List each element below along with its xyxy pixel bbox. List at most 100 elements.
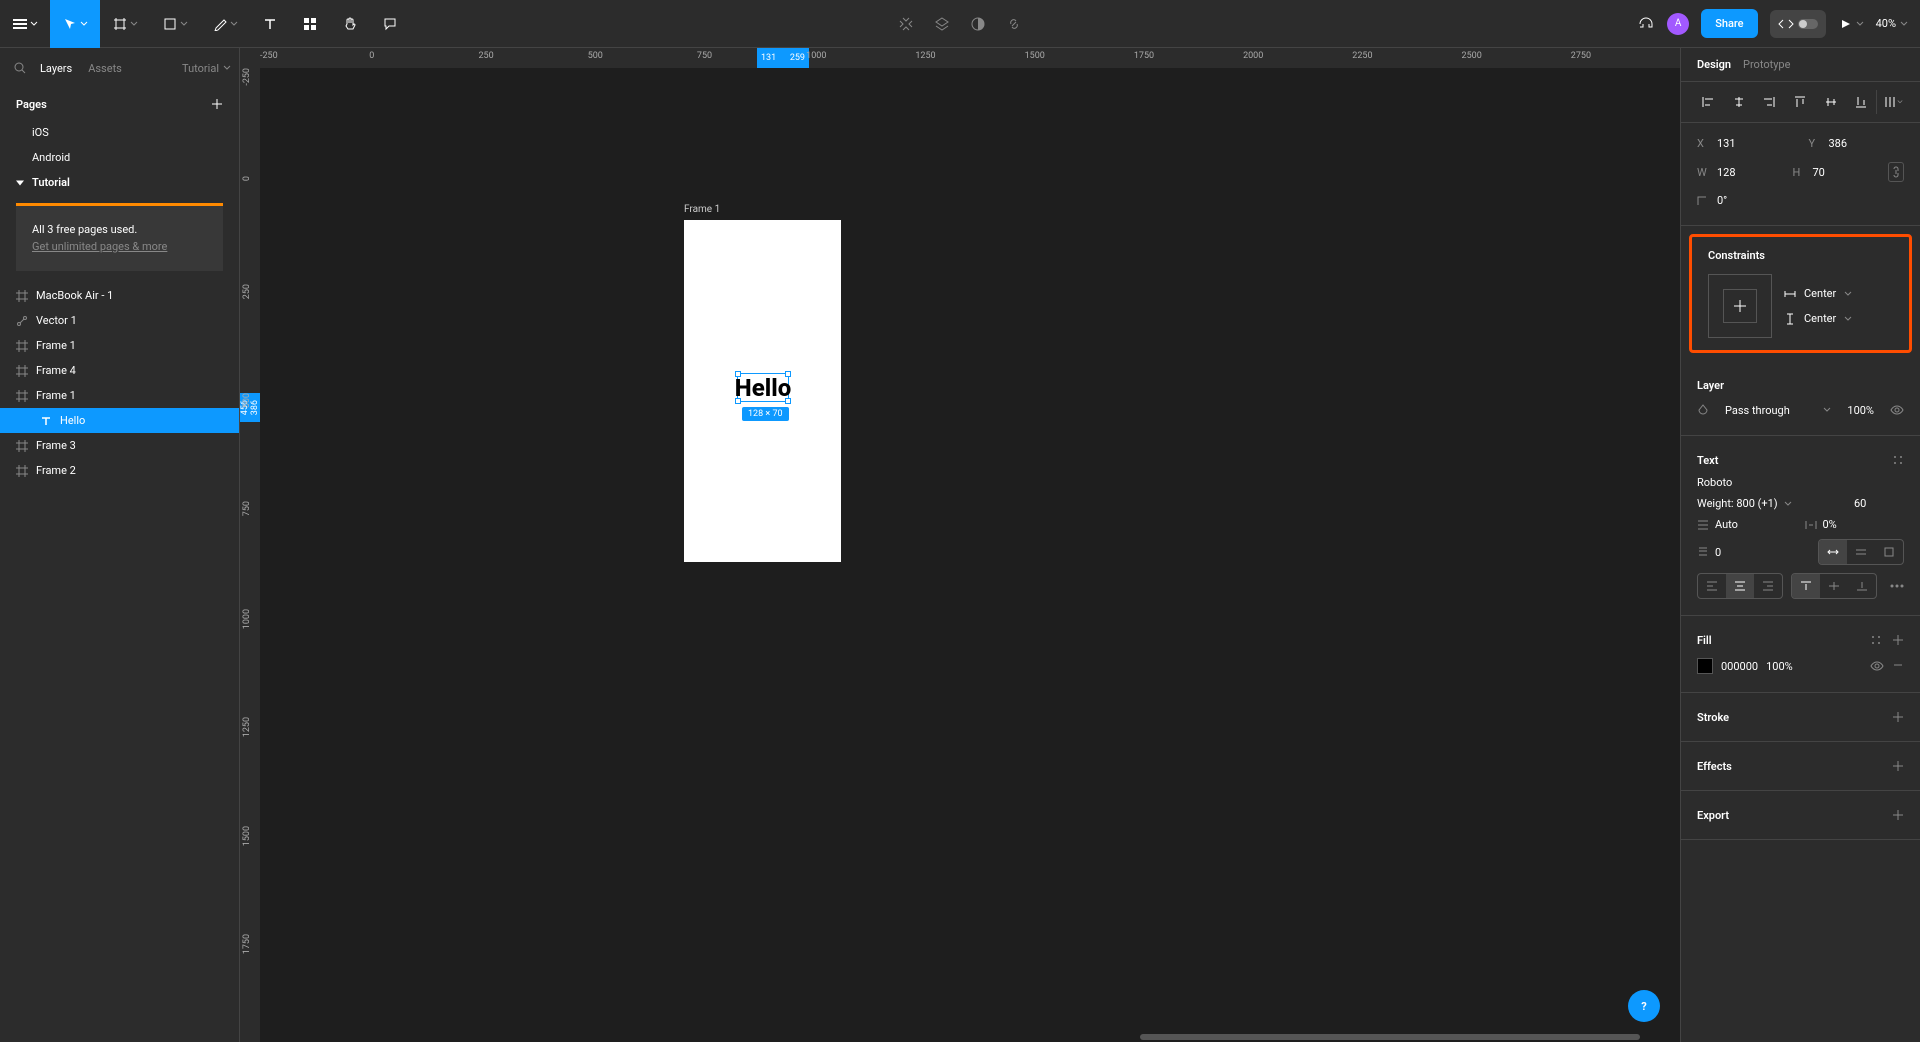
layers-tab[interactable]: Layers xyxy=(32,56,80,81)
zoom-control[interactable]: 40% xyxy=(1876,17,1908,30)
fill-section-label: Fill xyxy=(1697,634,1712,647)
audio-icon[interactable] xyxy=(1637,15,1655,33)
boolean-ops-button[interactable] xyxy=(970,16,986,32)
comment-tool-button[interactable] xyxy=(370,0,410,48)
paragraph-spacing-input[interactable]: 0 xyxy=(1715,546,1721,559)
page-tutorial[interactable]: Tutorial xyxy=(0,170,239,195)
layer-macbook-air---1[interactable]: MacBook Air - 1 xyxy=(0,283,239,308)
line-height-input[interactable]: Auto xyxy=(1715,518,1738,531)
text-object-hello[interactable]: Hello xyxy=(737,373,789,402)
vertical-icon xyxy=(1784,313,1796,325)
ruler-vertical: 386456 -25002505007501000125015001750200… xyxy=(240,68,260,1042)
fill-opacity-input[interactable]: 100% xyxy=(1766,660,1793,673)
h-scrollbar[interactable] xyxy=(260,1032,1680,1042)
fill-hex-input[interactable]: 000000 xyxy=(1721,660,1758,673)
upgrade-link[interactable]: Get unlimited pages & more xyxy=(32,240,167,253)
x-input[interactable]: 131 xyxy=(1717,137,1736,150)
align-vcenter-button[interactable] xyxy=(1815,90,1846,114)
layer-frame-4[interactable]: Frame 4 xyxy=(0,358,239,383)
frame-label[interactable]: Frame 1 xyxy=(684,204,720,215)
visibility-icon[interactable] xyxy=(1890,403,1904,417)
add-export-button[interactable] xyxy=(1892,809,1904,821)
share-button[interactable]: Share xyxy=(1701,9,1757,38)
add-page-button[interactable] xyxy=(211,98,223,110)
create-link-button[interactable] xyxy=(1006,16,1022,32)
constrain-proportions-icon[interactable] xyxy=(1888,162,1904,182)
layer-frame-1[interactable]: Frame 1 xyxy=(0,383,239,408)
page-selector[interactable]: Tutorial xyxy=(182,62,231,75)
align-text-left-button[interactable] xyxy=(1698,574,1726,598)
layer-frame-2[interactable]: Frame 2 xyxy=(0,458,239,483)
letter-spacing-input[interactable]: 0% xyxy=(1823,518,1837,531)
layer-frame-3[interactable]: Frame 3 xyxy=(0,433,239,458)
text-style-button[interactable] xyxy=(1892,454,1904,466)
layer-frame-1[interactable]: Frame 1 xyxy=(0,333,239,358)
layer-section-label: Layer xyxy=(1697,379,1724,392)
shape-tool-button[interactable] xyxy=(150,0,200,48)
prototype-tab[interactable]: Prototype xyxy=(1743,58,1790,71)
align-bottom-button[interactable] xyxy=(1846,90,1877,114)
add-effect-button[interactable] xyxy=(1892,760,1904,772)
auto-width-button[interactable] xyxy=(1819,540,1847,564)
layer-opacity-input[interactable]: 100% xyxy=(1847,404,1874,417)
text-resize-segmented[interactable] xyxy=(1818,539,1904,565)
rotation-input[interactable]: 0° xyxy=(1717,194,1727,207)
user-avatar[interactable]: A xyxy=(1667,13,1689,35)
rotation-icon xyxy=(1697,196,1709,206)
add-stroke-button[interactable] xyxy=(1892,711,1904,723)
use-as-mask-button[interactable] xyxy=(934,16,950,32)
align-hcenter-button[interactable] xyxy=(1724,90,1755,114)
design-tab[interactable]: Design xyxy=(1697,58,1731,71)
type-settings-button[interactable] xyxy=(1890,584,1904,588)
constraints-widget[interactable] xyxy=(1708,274,1772,338)
constraint-h-select[interactable]: Center xyxy=(1784,287,1852,300)
layers-list: MacBook Air - 1Vector 1Frame 1Frame 4Fra… xyxy=(0,279,239,1042)
auto-height-button[interactable] xyxy=(1847,540,1875,564)
main-menu-button[interactable] xyxy=(0,0,50,48)
y-input[interactable]: 386 xyxy=(1829,137,1848,150)
align-text-right-button[interactable] xyxy=(1754,574,1782,598)
align-right-button[interactable] xyxy=(1754,90,1785,114)
letter-spacing-icon xyxy=(1805,519,1817,531)
font-family-select[interactable]: Roboto xyxy=(1697,476,1904,489)
align-text-top-button[interactable] xyxy=(1792,574,1820,598)
assets-tab[interactable]: Assets xyxy=(80,56,130,81)
canvas[interactable]: 131259 -25002505007501000125015001750200… xyxy=(240,48,1680,1042)
font-weight-select[interactable]: Weight: 800 (+1) xyxy=(1697,497,1778,510)
move-tool-button[interactable] xyxy=(50,0,100,48)
fill-swatch[interactable] xyxy=(1697,658,1713,674)
text-align-v-segmented[interactable] xyxy=(1791,573,1877,599)
align-text-center-button[interactable] xyxy=(1726,574,1754,598)
add-fill-button[interactable] xyxy=(1892,634,1904,646)
align-text-bottom-button[interactable] xyxy=(1848,574,1876,598)
frame-tool-button[interactable] xyxy=(100,0,150,48)
w-input[interactable]: 128 xyxy=(1717,166,1736,179)
align-text-middle-button[interactable] xyxy=(1820,574,1848,598)
constraint-v-select[interactable]: Center xyxy=(1784,312,1852,325)
hand-tool-button[interactable] xyxy=(330,0,370,48)
fixed-size-button[interactable] xyxy=(1875,540,1903,564)
text-tool-button[interactable] xyxy=(250,0,290,48)
align-left-button[interactable] xyxy=(1693,90,1724,114)
text-align-h-segmented[interactable] xyxy=(1697,573,1783,599)
page-ios[interactable]: iOS xyxy=(0,120,239,145)
pen-tool-button[interactable] xyxy=(200,0,250,48)
font-size-input[interactable]: 60 xyxy=(1854,497,1866,510)
resources-button[interactable] xyxy=(290,0,330,48)
fill-visibility-icon[interactable] xyxy=(1870,659,1884,673)
page-android[interactable]: Android xyxy=(0,145,239,170)
remove-fill-button[interactable] xyxy=(1892,659,1904,673)
present-button[interactable] xyxy=(1838,17,1864,31)
h-input[interactable]: 70 xyxy=(1813,166,1825,179)
blend-mode-select[interactable]: Pass through xyxy=(1725,404,1807,417)
align-top-button[interactable] xyxy=(1785,90,1816,114)
distribute-button[interactable] xyxy=(1876,90,1908,114)
help-button[interactable]: ? xyxy=(1628,990,1660,1022)
dev-mode-toggle[interactable] xyxy=(1770,10,1826,38)
layer-vector-1[interactable]: Vector 1 xyxy=(0,308,239,333)
search-icon[interactable] xyxy=(8,56,32,80)
alignment-controls xyxy=(1681,82,1920,123)
layer-hello[interactable]: Hello xyxy=(0,408,239,433)
fill-style-button[interactable] xyxy=(1870,634,1882,646)
create-component-button[interactable] xyxy=(898,16,914,32)
